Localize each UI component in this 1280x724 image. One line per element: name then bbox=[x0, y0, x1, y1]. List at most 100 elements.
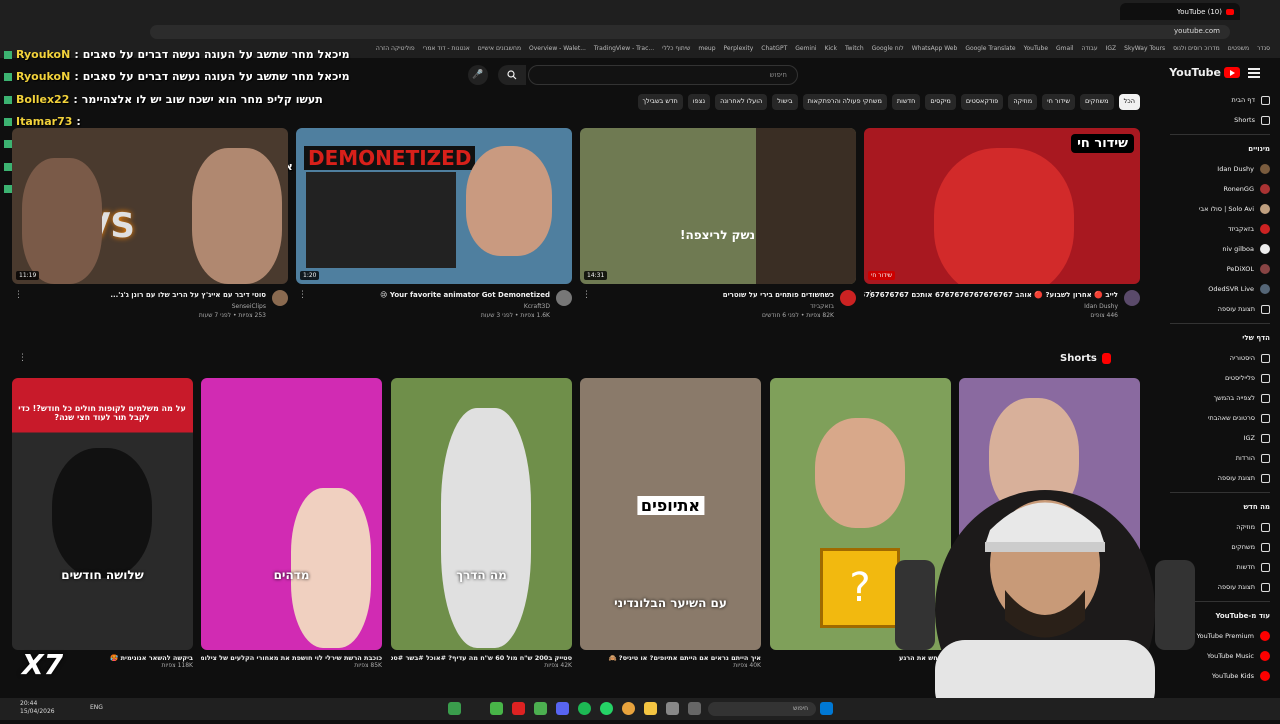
bookmark-item[interactable]: WhatsApp Web bbox=[912, 45, 958, 55]
video-title[interactable]: כשחשודים פותחים בירי על שוטרים bbox=[580, 290, 856, 302]
language-indicator[interactable]: ENG bbox=[90, 704, 103, 711]
short-card[interactable]: אתיופים עם השיער הבלונדיני איך הייתם נראים… bbox=[580, 378, 761, 669]
bookmark-item[interactable]: שיתוף כללי bbox=[662, 45, 690, 55]
chip-filter[interactable]: נצפו bbox=[687, 94, 711, 110]
bookmark-item[interactable]: TradingView - Trac... bbox=[594, 45, 654, 55]
chip-filter[interactable]: הועלו לאחרונה bbox=[715, 94, 768, 110]
bookmark-item[interactable]: meup bbox=[698, 45, 715, 55]
short-thumbnail[interactable]: אתיופים עם השיער הבלונדיני bbox=[580, 378, 761, 650]
bookmark-item[interactable]: Gemini bbox=[795, 45, 816, 55]
channel-name[interactable]: Idan Dushy bbox=[864, 302, 1140, 311]
sidebar-item[interactable]: פלייליסטים bbox=[1160, 368, 1280, 388]
short-title[interactable]: סטייק ב200 ש"ח מול 60 ש"ח מה עדיף? #אוכל… bbox=[391, 654, 572, 662]
channel-name[interactable]: Kcraft3D bbox=[296, 302, 572, 311]
sidebar-item[interactable]: היסטוריה bbox=[1160, 348, 1280, 368]
sidebar-item[interactable]: IGZ bbox=[1160, 428, 1280, 448]
sidebar-item[interactable]: תצוגת עוספה bbox=[1160, 299, 1280, 319]
app-icon[interactable] bbox=[512, 702, 525, 715]
video-card[interactable]: DEMONETIZED 1:20 Your favorite animator Go… bbox=[296, 128, 572, 320]
bookmark-item[interactable]: ChatGPT bbox=[761, 45, 787, 55]
sidebar-item[interactable]: בזאקביזד bbox=[1160, 219, 1280, 239]
more-options-icon[interactable]: ⋮ bbox=[298, 290, 307, 300]
chip-filter[interactable]: שידור חי bbox=[1042, 94, 1075, 110]
sidebar-item[interactable]: OdedSVR Live bbox=[1160, 279, 1280, 299]
video-card[interactable]: שידור חי שידור חי לייב 🔴 אחרון לשבוע? 🔴 או… bbox=[864, 128, 1140, 320]
sidebar-item[interactable]: Idan Dushy bbox=[1160, 159, 1280, 179]
more-options-icon[interactable]: ⋮ bbox=[14, 290, 23, 300]
short-card[interactable]: מדהים כוכבת הרשת שירלי לוי חושפת את מאחור… bbox=[201, 378, 382, 669]
bookmark-item[interactable]: IGZ bbox=[1106, 45, 1117, 55]
app-icon[interactable] bbox=[666, 702, 679, 715]
chip-filter[interactable]: מוזיקה bbox=[1008, 94, 1038, 110]
sidebar-section-header[interactable]: מינויים bbox=[1160, 139, 1280, 159]
sidebar-item[interactable]: לצפייה בהמשך bbox=[1160, 388, 1280, 408]
sidebar-item[interactable]: הורדות bbox=[1160, 448, 1280, 468]
video-thumbnail[interactable]: VS 11:19 bbox=[12, 128, 288, 284]
channel-name[interactable]: בזאקביזד bbox=[580, 302, 856, 311]
menu-icon[interactable] bbox=[1248, 68, 1260, 78]
channel-avatar[interactable] bbox=[1124, 290, 1140, 306]
bookmark-item[interactable]: Gmail bbox=[1056, 45, 1074, 55]
chip-filter[interactable]: משחקים bbox=[1079, 94, 1114, 110]
taskbar-search[interactable]: חיפוש bbox=[708, 702, 816, 716]
whatsapp-icon[interactable] bbox=[600, 702, 613, 715]
bookmark-item[interactable]: מחשבונים אישיים bbox=[478, 45, 521, 55]
bookmark-item[interactable]: פוליטיקה הזרה bbox=[376, 45, 415, 55]
video-title[interactable]: Your favorite animator Got Demonetized 😢 bbox=[296, 290, 572, 302]
app-icon[interactable] bbox=[688, 702, 701, 715]
microphone-icon[interactable]: 🎤 bbox=[468, 65, 488, 85]
app-icon[interactable] bbox=[448, 702, 461, 715]
chip-filter[interactable]: חדשות bbox=[891, 94, 921, 110]
windows-start-icon[interactable] bbox=[820, 702, 833, 715]
channel-avatar[interactable] bbox=[556, 290, 572, 306]
short-title[interactable]: איך הייתם נראים אם הייתם אתיופים? או טינ… bbox=[580, 654, 761, 662]
chip-filter[interactable]: חדש בשבילך bbox=[637, 94, 683, 110]
bookmark-item[interactable]: Overview - Walet... bbox=[529, 45, 586, 55]
short-thumbnail[interactable]: על מה משלמים לקופות חולים כל חודש?! כדי … bbox=[12, 378, 193, 650]
video-thumbnail[interactable]: שידור חי שידור חי bbox=[864, 128, 1140, 284]
more-options-icon[interactable]: ⋮ bbox=[582, 290, 591, 300]
chip-filter[interactable]: מיקסים bbox=[925, 94, 956, 110]
video-title[interactable]: סוטי דיבר עם אייג'ץ על הריב שלו עם רונן … bbox=[12, 290, 288, 302]
sidebar-item[interactable]: Solo Avi | סולו אבי bbox=[1160, 199, 1280, 219]
address-bar[interactable]: youtube.com bbox=[150, 25, 1230, 39]
browser-tab[interactable]: (10) YouTube bbox=[1120, 3, 1240, 20]
bookmark-item[interactable]: SkyWay Tours bbox=[1124, 45, 1165, 55]
bookmark-item[interactable]: YouTube bbox=[1024, 45, 1048, 55]
spotify-icon[interactable] bbox=[578, 702, 591, 715]
chip-filter[interactable]: פודקאסטים bbox=[960, 94, 1004, 110]
chip-filter[interactable]: משחקי פעולה והרפתקאות bbox=[802, 94, 887, 110]
sidebar-item[interactable]: סרטונים שאהבתי bbox=[1160, 408, 1280, 428]
short-thumbnail[interactable]: מה הדרך bbox=[391, 378, 572, 650]
chip-filter[interactable]: בישול bbox=[772, 94, 798, 110]
bookmark-item[interactable]: Perplexity bbox=[724, 45, 754, 55]
video-card[interactable]: VS 11:19 סוטי דיבר עם אייג'ץ על הריב שלו ע… bbox=[12, 128, 288, 320]
short-title[interactable]: כוכבת הרשת שירלי לוי חושפת את מאחורי הקל… bbox=[201, 654, 382, 662]
sidebar-item[interactable]: דף הבית bbox=[1160, 90, 1280, 110]
sidebar-section-header[interactable]: הדף שלי bbox=[1160, 328, 1280, 348]
sidebar-item[interactable]: niv gilboa bbox=[1160, 239, 1280, 259]
sidebar-item[interactable]: PeDiXOL bbox=[1160, 259, 1280, 279]
sidebar-item[interactable]: RonenGG bbox=[1160, 179, 1280, 199]
sidebar-item[interactable]: Shorts bbox=[1160, 110, 1280, 130]
short-thumbnail[interactable]: מדהים bbox=[201, 378, 382, 650]
shorts-more-icon[interactable]: ⋮ bbox=[18, 353, 27, 363]
video-card[interactable]: 2025-01-24 11:15:58 -0800 AXON BODY 3 X6… bbox=[580, 128, 856, 320]
video-title[interactable]: לייב 🔴 אחרון לשבוע? 🔴 אוהב 6767676767676… bbox=[864, 290, 1140, 302]
bookmark-item[interactable]: מדרוכ רוסים ולנוס bbox=[1173, 45, 1220, 55]
short-card[interactable]: על מה משלמים לקופות חולים כל חודש?! כדי … bbox=[12, 378, 193, 669]
more-options-icon[interactable]: ⋮ bbox=[866, 290, 875, 300]
search-input[interactable]: חיפוש bbox=[528, 65, 798, 85]
bookmark-item[interactable]: Google לוח bbox=[872, 45, 904, 55]
bookmark-item[interactable]: עבודה bbox=[1082, 45, 1098, 55]
bookmark-item[interactable]: סנדר bbox=[1257, 45, 1270, 55]
search-button[interactable] bbox=[498, 65, 526, 85]
chrome-icon[interactable] bbox=[622, 702, 635, 715]
bookmark-item[interactable]: Twitch bbox=[845, 45, 864, 55]
app-icon[interactable] bbox=[534, 702, 547, 715]
channel-name[interactable]: SenseiClips bbox=[12, 302, 288, 311]
chip-filter[interactable]: הכל bbox=[1118, 94, 1140, 110]
bookmark-item[interactable]: Kick bbox=[825, 45, 837, 55]
play-icon[interactable] bbox=[490, 702, 503, 715]
bookmark-item[interactable]: אנטנות - דוד אמרי bbox=[423, 45, 470, 55]
